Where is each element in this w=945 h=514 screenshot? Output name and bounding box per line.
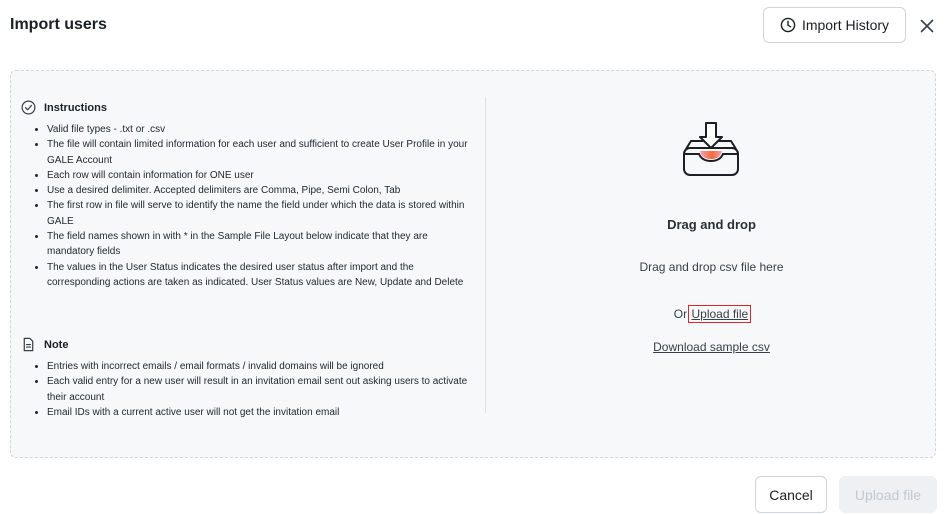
note-heading: Note — [21, 337, 68, 352]
note-list: Entries with incorrect emails / email fo… — [29, 359, 477, 420]
import-history-label: Import History — [801, 17, 890, 33]
instruction-item: The field names shown in with * in the S… — [47, 229, 477, 260]
note-item: Each valid entry for a new user will res… — [47, 374, 477, 405]
document-icon — [23, 337, 34, 352]
import-history-button[interactable]: Import History — [763, 7, 906, 43]
check-circle-icon — [21, 100, 36, 115]
drop-zone-subtitle: Drag and drop csv file here — [639, 260, 784, 274]
instruction-item: Valid file types - .txt or .csv — [47, 122, 477, 137]
instructions-heading: Instructions — [21, 100, 107, 115]
download-sample-link[interactable]: Download sample csv — [486, 340, 937, 354]
download-sample-label[interactable]: Download sample csv — [653, 340, 770, 354]
close-icon — [920, 19, 934, 33]
upload-line: Or Upload file — [486, 305, 937, 323]
instructions-title: Instructions — [44, 101, 107, 114]
instruction-item: The first row in file will serve to iden… — [47, 198, 477, 229]
note-item: Entries with incorrect emails / email fo… — [47, 359, 477, 374]
note-title: Note — [44, 338, 69, 351]
page-title: Import users — [10, 16, 107, 33]
instruction-item: Use a desired delimiter. Accepted delimi… — [47, 183, 477, 198]
upload-file-link[interactable]: Upload file — [688, 305, 752, 323]
drop-zone-title: Drag and drop — [667, 217, 756, 232]
inbox-download-icon — [683, 122, 739, 176]
instruction-item: The values in the User Status indicates … — [47, 260, 477, 291]
instruction-item: The file will contain limited informatio… — [47, 137, 477, 168]
upload-file-button[interactable]: Upload file — [839, 476, 937, 513]
drop-zone[interactable]: Drag and drop Drag and drop csv file her… — [486, 71, 937, 459]
clock-icon — [780, 17, 796, 33]
import-panel: Instructions Valid file types - .txt or … — [10, 70, 936, 458]
instructions-list: Valid file types - .txt or .csv The file… — [29, 122, 477, 290]
note-item: Email IDs with a current active user wil… — [47, 405, 477, 420]
instruction-item: Each row will contain information for ON… — [47, 168, 477, 183]
or-text: Or — [673, 307, 688, 321]
close-button[interactable] — [917, 17, 937, 35]
cancel-button[interactable]: Cancel — [755, 476, 827, 513]
